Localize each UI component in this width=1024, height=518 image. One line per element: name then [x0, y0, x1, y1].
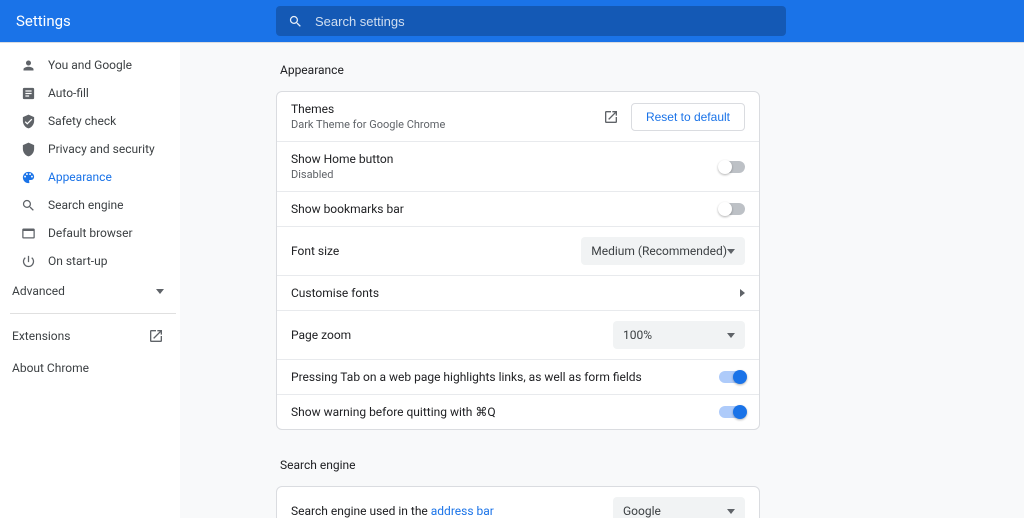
chevron-down-icon — [727, 249, 735, 254]
sidebar-divider — [10, 313, 176, 314]
search-engine-value: Google — [623, 504, 661, 518]
sidebar-item-safety-check[interactable]: Safety check — [0, 107, 172, 135]
fontsize-label: Font size — [291, 244, 581, 258]
fontsize-value: Medium (Recommended) — [591, 244, 727, 258]
shield-icon — [20, 141, 36, 157]
zoom-value: 100% — [623, 328, 652, 342]
main-content: Appearance Themes Dark Theme for Google … — [180, 43, 1024, 518]
tab-toggle[interactable] — [719, 371, 745, 383]
home-sub: Disabled — [291, 168, 719, 181]
search-icon — [20, 197, 36, 213]
row-custom-fonts[interactable]: Customise fonts — [277, 275, 759, 310]
quit-label: Show warning before quitting with ⌘Q — [291, 405, 719, 419]
sidebar-item-autofill[interactable]: Auto-fill — [0, 79, 172, 107]
search-icon — [288, 14, 303, 29]
reset-to-default-button[interactable]: Reset to default — [631, 103, 745, 131]
sidebar-extensions[interactable]: Extensions — [0, 320, 180, 352]
search-engine-select[interactable]: Google — [613, 497, 745, 518]
fontsize-select[interactable]: Medium (Recommended) — [581, 237, 745, 265]
section-title-search: Search engine — [280, 458, 1024, 472]
sidebar-item-search-engine[interactable]: Search engine — [0, 191, 172, 219]
sidebar-item-label: You and Google — [48, 58, 132, 72]
bookmarks-toggle[interactable] — [719, 203, 745, 215]
tab-label: Pressing Tab on a web page highlights li… — [291, 370, 719, 384]
sidebar-item-label: Auto-fill — [48, 86, 89, 100]
sidebar-item-label: Default browser — [48, 226, 133, 240]
person-icon — [20, 57, 36, 73]
quit-toggle[interactable] — [719, 406, 745, 418]
sidebar-item-appearance[interactable]: Appearance — [0, 163, 172, 191]
zoom-label: Page zoom — [291, 328, 613, 342]
row-tab-highlight: Pressing Tab on a web page highlights li… — [277, 359, 759, 394]
sidebar-advanced[interactable]: Advanced — [0, 275, 180, 307]
row-themes[interactable]: Themes Dark Theme for Google Chrome Rese… — [277, 92, 759, 141]
row-quit-warning: Show warning before quitting with ⌘Q — [277, 394, 759, 429]
sidebar-item-label: Search engine — [48, 198, 123, 212]
shield-check-icon — [20, 113, 36, 129]
power-icon — [20, 253, 36, 269]
row-bookmarks-bar: Show bookmarks bar — [277, 191, 759, 226]
section-title-appearance: Appearance — [280, 63, 1024, 77]
search-input[interactable] — [315, 14, 774, 29]
sidebar-item-label: Appearance — [48, 170, 112, 184]
row-search-engine-used: Search engine used in the address bar Go… — [277, 487, 759, 518]
row-home-button: Show Home button Disabled — [277, 141, 759, 191]
address-bar-link[interactable]: address bar — [431, 504, 494, 518]
sidebar-item-startup[interactable]: On start-up — [0, 247, 172, 275]
home-label: Show Home button — [291, 152, 719, 166]
themes-sub: Dark Theme for Google Chrome — [291, 118, 603, 131]
chevron-right-icon — [740, 289, 745, 297]
header: Settings — [0, 0, 1024, 42]
sidebar-item-you-and-google[interactable]: You and Google — [0, 51, 172, 79]
autofill-icon — [20, 85, 36, 101]
search-container[interactable] — [276, 6, 786, 36]
browser-icon — [20, 225, 36, 241]
sidebar-item-label: On start-up — [48, 254, 107, 268]
search-used-prefix: Search engine used in the — [291, 504, 431, 518]
appearance-card: Themes Dark Theme for Google Chrome Rese… — [276, 91, 760, 430]
sidebar-item-privacy[interactable]: Privacy and security — [0, 135, 172, 163]
chevron-down-icon — [727, 333, 735, 338]
sidebar-about[interactable]: About Chrome — [0, 352, 180, 384]
sidebar-extensions-label: Extensions — [12, 329, 70, 343]
sidebar-item-default-browser[interactable]: Default browser — [0, 219, 172, 247]
open-external-icon — [148, 328, 164, 344]
sidebar-advanced-label: Advanced — [12, 284, 65, 298]
chevron-down-icon — [727, 509, 735, 514]
open-external-icon[interactable] — [603, 109, 619, 125]
sidebar-item-label: Privacy and security — [48, 142, 155, 156]
page-title: Settings — [16, 12, 276, 30]
sidebar: You and Google Auto-fill Safety check Pr… — [0, 43, 180, 518]
home-toggle[interactable] — [719, 161, 745, 173]
bookmarks-label: Show bookmarks bar — [291, 202, 719, 216]
chevron-down-icon — [156, 289, 164, 294]
themes-label: Themes — [291, 102, 603, 116]
row-page-zoom: Page zoom 100% — [277, 310, 759, 359]
sidebar-about-label: About Chrome — [12, 361, 89, 375]
sidebar-item-label: Safety check — [48, 114, 116, 128]
row-font-size: Font size Medium (Recommended) — [277, 226, 759, 275]
zoom-select[interactable]: 100% — [613, 321, 745, 349]
customfonts-label: Customise fonts — [291, 286, 740, 300]
search-card: Search engine used in the address bar Go… — [276, 486, 760, 518]
palette-icon — [20, 169, 36, 185]
